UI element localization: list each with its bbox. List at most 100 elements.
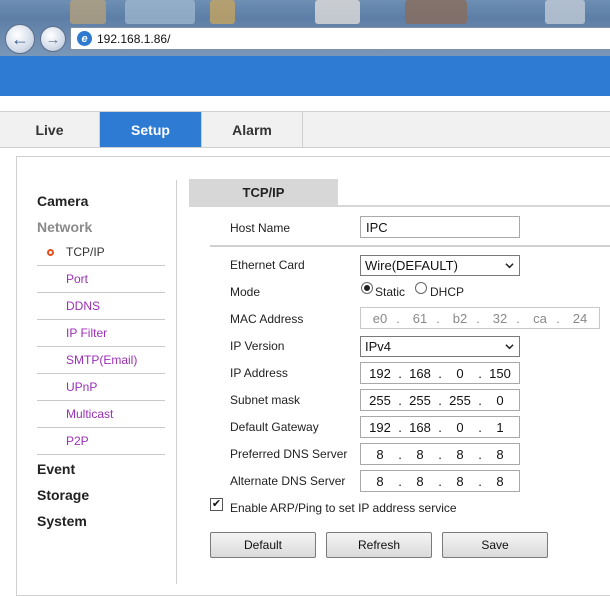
- address-bar[interactable]: e 192.168.1.86/: [70, 27, 610, 50]
- mode-static-radio[interactable]: [361, 282, 373, 294]
- app-header: [0, 56, 610, 96]
- forward-arrow-icon: →: [45, 30, 61, 48]
- tab-alarm[interactable]: Alarm: [202, 112, 303, 147]
- arp-ping-checkbox[interactable]: ✔: [210, 498, 223, 511]
- ip-octet-input[interactable]: 0: [445, 366, 475, 381]
- host-name-label: Host Name: [230, 221, 291, 235]
- sidebar-item-tcpip[interactable]: TCP/IP: [37, 239, 165, 266]
- main-tabs: Live Setup Alarm: [0, 111, 610, 148]
- pref-dns-octet-input[interactable]: 8: [365, 447, 395, 462]
- subnet-octet-input[interactable]: 255: [445, 393, 475, 408]
- ip-octet-input[interactable]: 150: [485, 366, 515, 381]
- ip-octet-input[interactable]: 192: [365, 366, 395, 381]
- mode-static-label: Static: [375, 285, 406, 299]
- alternate-dns-field[interactable]: 8 . 8 . 8 . 8: [360, 470, 520, 492]
- sidebar-item-event[interactable]: Event: [37, 461, 75, 477]
- forward-button[interactable]: →: [40, 26, 66, 52]
- host-name-input[interactable]: IPC: [360, 216, 520, 238]
- url-text[interactable]: 192.168.1.86/: [97, 32, 170, 46]
- chevron-down-icon: [505, 263, 514, 269]
- browser-chrome: ← → e 192.168.1.86/: [0, 0, 610, 56]
- mac-octet: ca: [533, 311, 547, 326]
- subnet-octet-input[interactable]: 0: [485, 393, 515, 408]
- alt-dns-octet-input[interactable]: 8: [405, 474, 435, 489]
- sidebar-item-smtp[interactable]: SMTP(Email): [37, 347, 165, 374]
- section-underline: [189, 205, 610, 207]
- bookmark-thumbnail[interactable]: [125, 0, 195, 24]
- back-arrow-icon: ←: [11, 29, 29, 49]
- sidebar-item-ip-filter[interactable]: IP Filter: [37, 320, 165, 347]
- sidebar-item-system[interactable]: System: [37, 513, 87, 529]
- sidebar-item-storage[interactable]: Storage: [37, 487, 89, 503]
- ip-version-label: IP Version: [230, 339, 285, 353]
- sidebar-item-multicast[interactable]: Multicast: [37, 401, 165, 428]
- active-item-dot-icon: [47, 249, 54, 256]
- preferred-dns-label: Preferred DNS Server: [230, 447, 348, 461]
- alt-dns-octet-input[interactable]: 8: [365, 474, 395, 489]
- mac-octet: 32: [492, 311, 508, 326]
- sidebar-item-p2p[interactable]: P2P: [37, 428, 165, 455]
- bookmark-thumbnail[interactable]: [405, 0, 467, 24]
- bookmark-thumbnail[interactable]: [315, 0, 360, 24]
- default-gateway-field[interactable]: 192 . 168 . 0 . 1: [360, 416, 520, 438]
- ethernet-card-value: Wire(DEFAULT): [365, 258, 458, 273]
- sidebar-item-upnp[interactable]: UPnP: [37, 374, 165, 401]
- sidebar-item-network[interactable]: Network: [37, 219, 92, 235]
- pref-dns-octet-input[interactable]: 8: [485, 447, 515, 462]
- default-button[interactable]: Default: [210, 532, 316, 558]
- ip-octet-input[interactable]: 168: [405, 366, 435, 381]
- mac-address-label: MAC Address: [230, 312, 304, 326]
- sidebar-item-label: TCP/IP: [66, 245, 105, 259]
- bookmark-thumbnail[interactable]: [210, 0, 235, 24]
- tab-setup[interactable]: Setup: [100, 112, 202, 147]
- form-separator: [210, 245, 610, 247]
- sidebar-item-label: UPnP: [66, 380, 98, 394]
- refresh-button[interactable]: Refresh: [326, 532, 432, 558]
- ip-address-label: IP Address: [230, 366, 288, 380]
- ethernet-card-select[interactable]: Wire(DEFAULT): [360, 255, 520, 276]
- gateway-octet-input[interactable]: 1: [485, 420, 515, 435]
- save-button[interactable]: Save: [442, 532, 548, 558]
- alternate-dns-label: Alternate DNS Server: [230, 474, 346, 488]
- alt-dns-octet-input[interactable]: 8: [445, 474, 475, 489]
- back-button[interactable]: ←: [5, 24, 35, 54]
- pref-dns-octet-input[interactable]: 8: [405, 447, 435, 462]
- section-tab-tcpip: TCP/IP: [189, 179, 338, 206]
- sidebar-item-port[interactable]: Port: [37, 266, 165, 293]
- arp-ping-label: Enable ARP/Ping to set IP address servic…: [230, 501, 457, 515]
- default-gateway-label: Default Gateway: [230, 420, 319, 434]
- sidebar-item-label: SMTP(Email): [66, 353, 138, 367]
- gateway-octet-input[interactable]: 192: [365, 420, 395, 435]
- ip-version-value: IPv4: [365, 339, 392, 354]
- subnet-mask-field[interactable]: 255 . 255 . 255 . 0: [360, 389, 520, 411]
- ip-address-field[interactable]: 192 . 168 . 0 . 150: [360, 362, 520, 384]
- preferred-dns-field[interactable]: 8 . 8 . 8 . 8: [360, 443, 520, 465]
- header-spacer: [0, 96, 610, 111]
- bookmark-thumbnail[interactable]: [545, 0, 585, 24]
- ip-version-select[interactable]: IPv4: [360, 336, 520, 357]
- tab-live[interactable]: Live: [0, 112, 100, 147]
- subnet-octet-input[interactable]: 255: [405, 393, 435, 408]
- gateway-octet-input[interactable]: 168: [405, 420, 435, 435]
- sidebar-item-label: DDNS: [66, 299, 101, 313]
- sidebar-item-ddns[interactable]: DDNS: [37, 293, 165, 320]
- chevron-down-icon: [505, 344, 514, 350]
- subnet-octet-input[interactable]: 255: [365, 393, 395, 408]
- subnet-mask-label: Subnet mask: [230, 393, 301, 407]
- sidebar-divider: [176, 180, 177, 584]
- sidebar-item-label: IP Filter: [66, 326, 108, 340]
- mac-octet: e0: [372, 311, 388, 326]
- mode-dhcp-radio[interactable]: [415, 282, 427, 294]
- bookmark-thumbnail[interactable]: [70, 0, 106, 24]
- mode-label: Mode: [230, 285, 261, 299]
- sidebar-item-camera[interactable]: Camera: [37, 193, 88, 209]
- gateway-octet-input[interactable]: 0: [445, 420, 475, 435]
- sidebar-item-label: Multicast: [66, 407, 114, 421]
- mac-octet: 24: [572, 311, 588, 326]
- mac-octet: b2: [452, 311, 468, 326]
- pref-dns-octet-input[interactable]: 8: [445, 447, 475, 462]
- internet-explorer-icon: e: [77, 31, 92, 46]
- mac-address-field: e0 . 61 . b2 . 32 . ca . 24: [360, 307, 600, 329]
- mode-dhcp-label: DHCP: [430, 285, 465, 299]
- alt-dns-octet-input[interactable]: 8: [485, 474, 515, 489]
